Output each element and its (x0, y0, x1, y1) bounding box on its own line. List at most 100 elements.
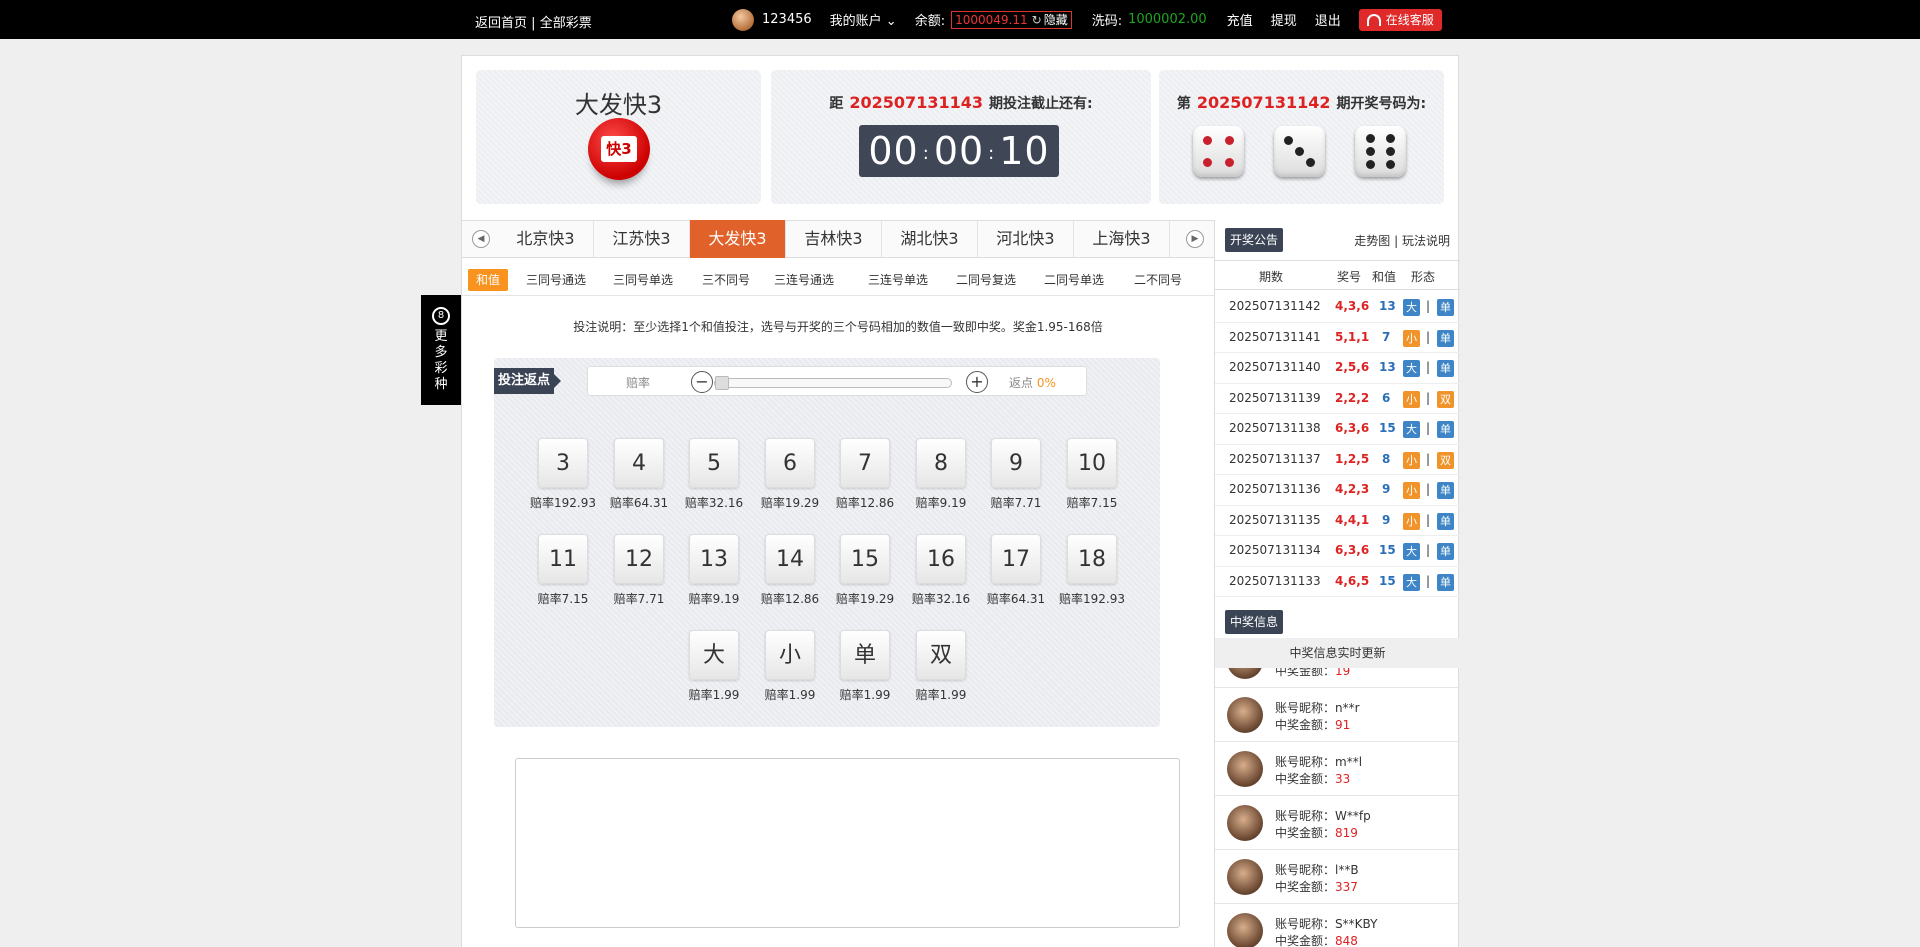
bet-ball[interactable]: 7 (840, 438, 890, 488)
draw-sum: 7 (1382, 329, 1391, 344)
account-menu[interactable]: 我的账户 ⌄ (830, 10, 897, 29)
badge-divider: | (1426, 390, 1431, 405)
all-lottery-link[interactable]: 全部彩票 (540, 16, 592, 31)
tab-lottery-0[interactable]: 北京快3 (498, 220, 594, 258)
nick-label: 账号昵称： (1275, 755, 1336, 769)
bet-ball[interactable]: 单 (840, 630, 890, 680)
bet-ball[interactable]: 大 (689, 630, 739, 680)
draw-row: 202507131137 1,2,5 8 小 | 双 (1215, 445, 1460, 475)
parity-badge: 单 (1437, 329, 1454, 347)
top-bar: 返回首页 | 全部彩票 123456 我的账户 ⌄ 余额: 1000049.11… (0, 0, 1920, 39)
minus-icon[interactable]: − (691, 371, 713, 393)
rebate-value: 0% (1036, 376, 1056, 390)
hide-balance-button[interactable]: 隐藏 (1044, 12, 1068, 28)
bet-ball[interactable]: 3 (538, 438, 588, 488)
bet-ball[interactable]: 9 (991, 438, 1041, 488)
parity-badge: 单 (1437, 360, 1454, 377)
bet-ball[interactable]: 16 (916, 534, 966, 584)
size-badge: 大 (1403, 543, 1420, 560)
winner-nick: n**r (1335, 701, 1360, 715)
rules-link[interactable]: 玩法说明 (1402, 234, 1450, 248)
tab-lottery-6[interactable]: 上海快3 (1074, 220, 1170, 258)
online-service-button[interactable]: 在线客服 (1358, 8, 1442, 31)
tab-lottery-3[interactable]: 吉林快3 (786, 220, 882, 258)
dice-row (1193, 126, 1406, 177)
bet-ball[interactable]: 12 (614, 534, 664, 584)
col-issue: 期数 (1259, 270, 1284, 284)
subtab-play-1[interactable]: 三同号通选 (526, 269, 586, 291)
bet-ball[interactable]: 小 (765, 630, 815, 680)
recharge-link[interactable]: 充值 (1227, 10, 1253, 29)
refresh-icon[interactable]: ↻ (1032, 12, 1042, 28)
bet-ball[interactable]: 双 (916, 630, 966, 680)
tabs-next-arrow-icon[interactable]: ▶ (1186, 230, 1204, 248)
notice-header: 开奖公告 走势图 | 玩法说明 (1215, 220, 1460, 258)
draw-issue: 202507131135 (1229, 512, 1321, 527)
more-lottery-float[interactable]: 8 更 多 彩 种 (421, 295, 461, 405)
tab-lottery-5[interactable]: 河北快3 (978, 220, 1074, 258)
col-numbers: 奖号 (1337, 270, 1362, 284)
draw-sum: 8 (1382, 451, 1391, 466)
col-sum: 和值 (1372, 270, 1397, 284)
bet-odds: 赔率192.93 (1059, 592, 1125, 606)
subtab-play-4[interactable]: 三连号通选 (774, 269, 834, 291)
countdown-issue: 202507131143 (849, 93, 983, 112)
bet-ball[interactable]: 17 (991, 534, 1041, 584)
withdraw-link[interactable]: 提现 (1271, 10, 1297, 29)
rebate-slider-track[interactable] (714, 376, 952, 390)
odds-label: 赔率 (626, 376, 651, 390)
subtab-play-6[interactable]: 二同号复选 (956, 269, 1016, 291)
trend-chart-link[interactable]: 走势图 (1354, 234, 1390, 248)
subtab-play-7[interactable]: 二同号单选 (1044, 269, 1104, 291)
logout-link[interactable]: 退出 (1315, 10, 1341, 29)
timer-colon: : (988, 142, 996, 164)
parity-badge: 双 (1437, 390, 1454, 408)
bet-odds: 赔率7.15 (1066, 496, 1118, 510)
balance-value: 1000049.11 (955, 12, 1028, 27)
winner-item: 账号昵称：m**l 中奖金额：33 (1215, 742, 1460, 796)
winner-amount: 819 (1335, 826, 1358, 840)
bet-ball[interactable]: 18 (1067, 534, 1117, 584)
subtab-play-3[interactable]: 三不同号 (702, 269, 750, 291)
draw-row: 202507131135 4,4,1 9 小 | 单 (1215, 506, 1460, 536)
play-type-tabs: 和值 三同号通选 三同号单选 三不同号 三连号通选 三连号单选 二同号复选 二同号单选 二不同号 (462, 262, 1214, 296)
bet-ball[interactable]: 10 (1067, 438, 1117, 488)
bet-list-box[interactable] (515, 758, 1180, 928)
bet-ball[interactable]: 8 (916, 438, 966, 488)
winner-amount: 91 (1335, 718, 1351, 732)
bet-ball[interactable]: 6 (765, 438, 815, 488)
wash-label: 洗码: (1091, 14, 1123, 29)
rebate-slider-handle[interactable] (715, 376, 729, 390)
tab-lottery-1[interactable]: 江苏快3 (594, 220, 690, 258)
tab-lottery-2[interactable]: 大发快3 (690, 220, 786, 258)
subtab-play-0[interactable]: 和值 (468, 269, 509, 291)
tabs-prev-arrow-icon[interactable]: ◀ (472, 230, 490, 248)
winner-amount-line: 中奖金额：19 (1275, 668, 1350, 679)
draw-issue: 202507131142 (1229, 299, 1321, 313)
rebate-label: 返点 (1009, 376, 1034, 390)
bet-ball[interactable]: 15 (840, 534, 890, 584)
draw-sum: 15 (1379, 421, 1396, 435)
countdown-timer: 00:00:10 (859, 125, 1059, 177)
user-avatar[interactable] (732, 8, 754, 31)
home-link[interactable]: 返回首页 (475, 16, 527, 31)
parity-badge: 双 (1437, 451, 1454, 469)
bet-ball[interactable]: 5 (689, 438, 739, 488)
bet-ball[interactable]: 11 (538, 534, 588, 584)
die-pip (1366, 134, 1375, 143)
plus-icon[interactable]: + (966, 371, 988, 393)
winner-avatar (1227, 668, 1263, 679)
subtab-play-2[interactable]: 三同号单选 (613, 269, 673, 291)
bet-ball[interactable]: 14 (765, 534, 815, 584)
subtab-play-8[interactable]: 二不同号 (1134, 269, 1182, 291)
draw-sum: 15 (1379, 573, 1396, 588)
winner-nick-line: 账号昵称：l**B (1275, 861, 1359, 878)
amount-label: 中奖金额： (1275, 718, 1336, 732)
draw-issue: 202507131140 (1229, 360, 1321, 374)
bet-ball[interactable]: 13 (689, 534, 739, 584)
subtab-play-5[interactable]: 三连号单选 (868, 269, 928, 291)
notice-links: 走势图 | 玩法说明 (1354, 232, 1450, 249)
nick-label: 账号昵称： (1275, 863, 1336, 877)
tab-lottery-4[interactable]: 湖北快3 (882, 220, 978, 258)
bet-ball[interactable]: 4 (614, 438, 664, 488)
